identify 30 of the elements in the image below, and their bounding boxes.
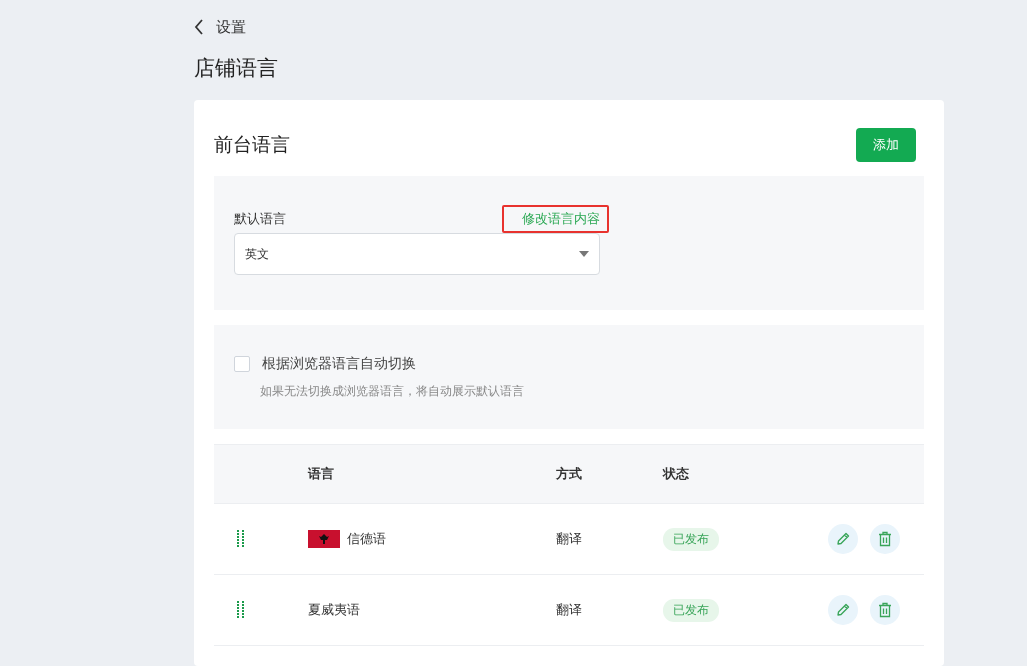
field-label: 默认语言	[234, 210, 286, 228]
column-header: 状态	[663, 465, 690, 483]
flag-icon	[308, 530, 340, 548]
page-title: 店铺语言	[194, 55, 279, 82]
chevron-left-icon	[194, 19, 204, 35]
status-badge: 已发布	[663, 598, 719, 622]
language-name: 夏威夷语	[308, 601, 360, 619]
method-cell-text: 翻译	[556, 601, 583, 619]
edit-button[interactable]	[828, 595, 858, 625]
hint-text: 如果无法切换成浏览器语言，将自动展示默认语言	[260, 384, 525, 399]
section-title: 前台语言	[214, 132, 290, 157]
checkbox-label: 根据浏览器语言自动切换	[262, 355, 416, 373]
drag-handle-icon[interactable]	[237, 601, 244, 619]
trash-icon	[878, 602, 892, 618]
pencil-icon	[835, 602, 851, 618]
method-cell-text: 翻译	[556, 530, 583, 548]
trash-icon	[878, 531, 892, 547]
caret-icon	[579, 251, 589, 257]
delete-button[interactable]	[870, 595, 900, 625]
edit-button[interactable]	[828, 524, 858, 554]
drag-handle-icon[interactable]	[237, 530, 244, 548]
pencil-icon	[835, 531, 851, 547]
column-header: 语言	[308, 465, 335, 483]
status-badge: 已发布	[663, 527, 719, 551]
delete-button[interactable]	[870, 524, 900, 554]
back-link[interactable]: 设置	[194, 17, 246, 37]
checkbox[interactable]	[234, 356, 250, 372]
column-header: 方式	[556, 465, 583, 483]
language-name: 信德语	[347, 530, 386, 548]
language-dropdown[interactable]: 英文	[234, 233, 600, 275]
